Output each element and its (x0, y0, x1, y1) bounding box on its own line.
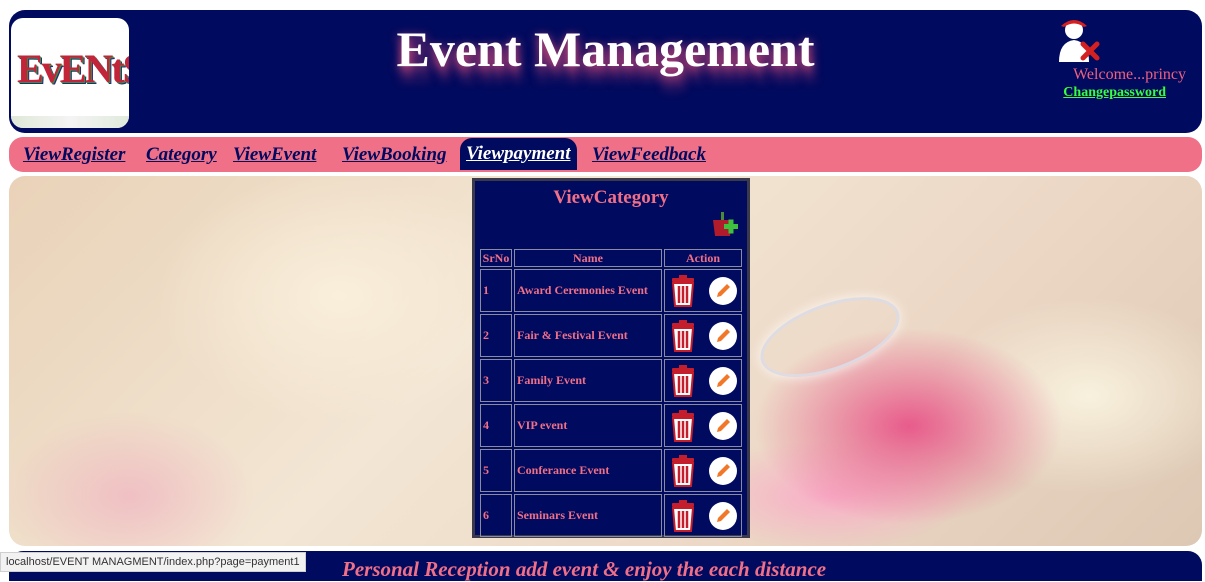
category-table: SrNo Name Action 1 Award Ceremonies Even… (478, 247, 744, 539)
page-title: Event Management (396, 21, 815, 77)
table-row: 5 Conferance Event (480, 449, 742, 492)
trash-icon[interactable] (669, 499, 697, 532)
cell-srno: 4 (480, 404, 512, 447)
cell-srno: 2 (480, 314, 512, 357)
pencil-icon[interactable] (708, 456, 738, 486)
add-category-icon[interactable] (712, 212, 738, 240)
pencil-icon[interactable] (708, 366, 738, 396)
user-logout-icon[interactable] (1057, 18, 1101, 64)
cell-actions (664, 494, 742, 537)
nav-view-payment[interactable]: Viewpayment (460, 138, 577, 170)
trash-icon[interactable] (669, 454, 697, 487)
cell-name: Award Ceremonies Event (514, 269, 662, 312)
col-action: Action (664, 249, 742, 267)
main-nav: ViewRegister Category ViewEvent ViewBook… (9, 137, 1202, 172)
change-password-link[interactable]: Changepassword (1063, 85, 1166, 101)
view-category-panel: ViewCategory SrNo Name Action 1 Award Ce… (472, 178, 750, 538)
table-row: 2 Fair & Festival Event (480, 314, 742, 357)
cell-srno: 3 (480, 359, 512, 402)
trash-icon[interactable] (669, 319, 697, 352)
cell-actions (664, 449, 742, 492)
table-header-row: SrNo Name Action (480, 249, 742, 267)
nav-view-feedback[interactable]: ViewFeedback (592, 141, 706, 168)
table-row: 4 VIP event (480, 404, 742, 447)
cell-srno: 5 (480, 449, 512, 492)
logo-strip (11, 116, 129, 128)
cell-name: Fair & Festival Event (514, 314, 662, 357)
nav-category[interactable]: Category (146, 141, 217, 168)
trash-icon[interactable] (669, 409, 697, 442)
cell-srno: 6 (480, 494, 512, 537)
cell-name: Conferance Event (514, 449, 662, 492)
welcome-text: Welcome...princy (1073, 66, 1186, 83)
ring-image (750, 281, 910, 393)
col-name: Name (514, 249, 662, 267)
header: EvENtS Event Management Welcome...princy… (9, 10, 1202, 133)
trash-icon[interactable] (669, 274, 697, 307)
cell-actions (664, 404, 742, 447)
nav-view-event[interactable]: ViewEvent (233, 141, 316, 168)
table-row: 3 Family Event (480, 359, 742, 402)
table-row: 6 Seminars Event (480, 494, 742, 537)
cell-actions (664, 269, 742, 312)
pencil-icon[interactable] (708, 411, 738, 441)
nav-view-register[interactable]: ViewRegister (23, 141, 125, 168)
cell-actions (664, 314, 742, 357)
cell-actions (664, 359, 742, 402)
pencil-icon[interactable] (708, 321, 738, 351)
cell-name: Family Event (514, 359, 662, 402)
pencil-icon[interactable] (708, 276, 738, 306)
cell-srno: 1 (480, 269, 512, 312)
col-srno: SrNo (480, 249, 512, 267)
pencil-icon[interactable] (708, 501, 738, 531)
browser-status-url: localhost/EVENT MANAGMENT/index.php?page… (0, 552, 306, 572)
table-row: 1 Award Ceremonies Event (480, 269, 742, 312)
cell-name: Seminars Event (514, 494, 662, 537)
panel-title: ViewCategory (553, 187, 669, 208)
trash-icon[interactable] (669, 364, 697, 397)
cell-name: VIP event (514, 404, 662, 447)
nav-view-booking[interactable]: ViewBooking (342, 141, 447, 168)
